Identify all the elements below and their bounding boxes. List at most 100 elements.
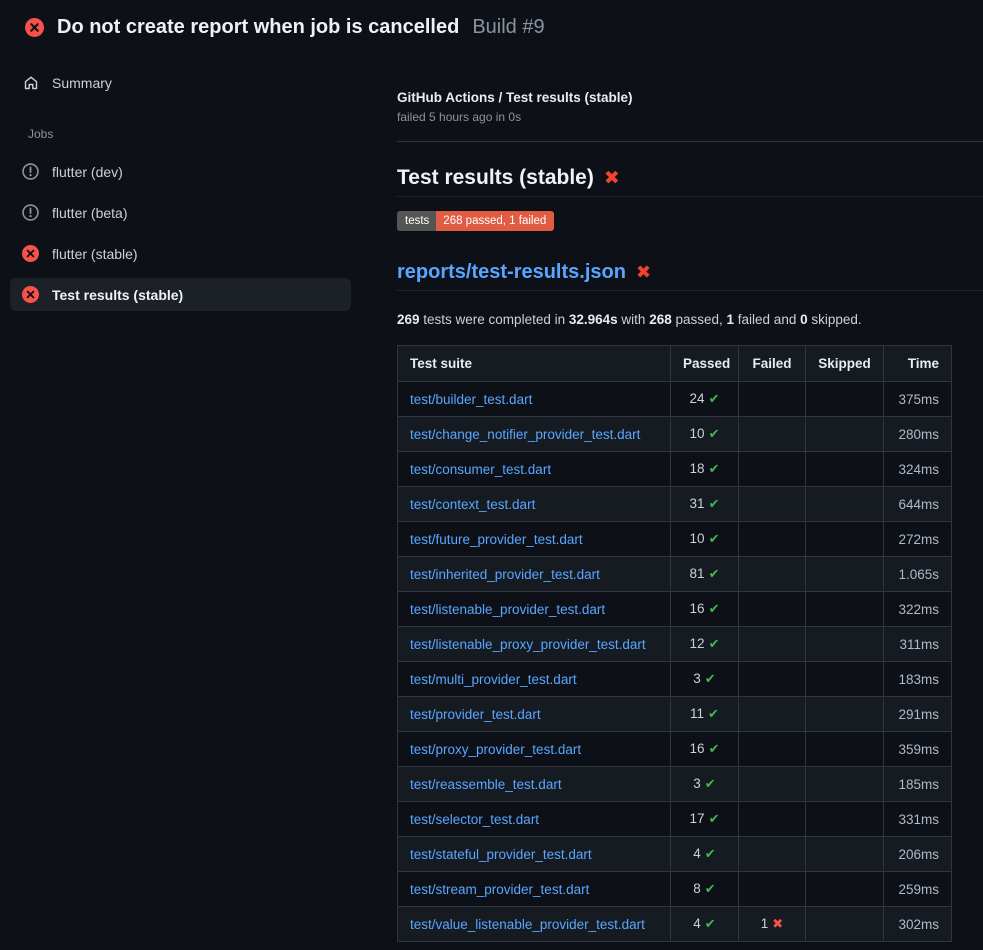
failed-cell [739,627,806,662]
table-row: test/context_test.dart 31✔ 644ms [398,487,952,522]
failed-cell [739,697,806,732]
test-suite-cell: test/provider_test.dart [398,697,671,732]
table-row: test/inherited_provider_test.dart 81✔ 1.… [398,557,952,592]
x-icon: ✖ [772,917,783,932]
failed-cell [739,802,806,837]
test-suite-cell: test/proxy_provider_test.dart [398,732,671,767]
test-suite-link[interactable]: test/multi_provider_test.dart [410,672,577,687]
test-suite-link[interactable]: test/selector_test.dart [410,812,539,827]
table-row: test/proxy_provider_test.dart 16✔ 359ms [398,732,952,767]
failed-cell [739,732,806,767]
skipped-cell [806,557,884,592]
time-cell: 375ms [884,382,952,417]
passed-cell: 10✔ [671,522,739,557]
table-row: test/reassemble_test.dart 3✔ 185ms [398,767,952,802]
sidebar-job-item[interactable]: Test results (stable) [10,278,351,311]
time-cell: 291ms [884,697,952,732]
test-suite-link[interactable]: test/listenable_proxy_provider_test.dart [410,637,646,652]
passed-cell: 4✔ [671,907,739,942]
check-icon: ✔ [709,392,720,407]
table-row: test/stateful_provider_test.dart 4✔ 206m… [398,837,952,872]
passed-cell: 81✔ [671,557,739,592]
section-heading: Test results (stable)✖ [397,166,983,197]
check-icon: ✔ [709,812,720,827]
passed-cell: 4✔ [671,837,739,872]
test-suite-link[interactable]: test/consumer_test.dart [410,462,551,477]
failed-cell [739,487,806,522]
skipped-cell [806,452,884,487]
sidebar-job-item[interactable]: flutter (stable) [10,237,351,270]
test-suite-link[interactable]: test/builder_test.dart [410,392,532,407]
skipped-cell [806,382,884,417]
alert-circle-icon [22,204,39,221]
check-icon: ✔ [709,497,720,512]
test-suite-link[interactable]: test/proxy_provider_test.dart [410,742,581,757]
skipped-cell [806,767,884,802]
passed-cell: 24✔ [671,382,739,417]
status-line: failed 5 hours ago in 0s [397,109,983,125]
time-cell: 324ms [884,452,952,487]
column-header: Failed [739,346,806,382]
report-heading: reports/test-results.json✖ [397,261,983,291]
passed-cell: 12✔ [671,627,739,662]
table-row: test/value_listenable_provider_test.dart… [398,907,952,942]
time-cell: 206ms [884,837,952,872]
failed-cell [739,767,806,802]
failed-cell: 1✖ [739,907,806,942]
jobs-list: flutter (dev) flutter (beta) flutter (st… [10,155,351,311]
check-icon: ✔ [705,847,716,862]
test-suite-link[interactable]: test/provider_test.dart [410,707,541,722]
table-row: test/builder_test.dart 24✔ 375ms [398,382,952,417]
table-row: test/selector_test.dart 17✔ 331ms [398,802,952,837]
check-icon: ✔ [705,917,716,932]
passed-cell: 31✔ [671,487,739,522]
alert-circle-icon [22,163,39,180]
divider [397,141,983,142]
test-suite-link[interactable]: test/inherited_provider_test.dart [410,567,600,582]
test-suite-cell: test/listenable_proxy_provider_test.dart [398,627,671,662]
failed-cell [739,872,806,907]
sidebar-summary-label: Summary [52,75,112,91]
skipped-cell [806,627,884,662]
passed-cell: 3✔ [671,662,739,697]
check-icon: ✔ [709,532,720,547]
table-header-row: Test suitePassedFailedSkippedTime [398,346,952,382]
test-suite-link[interactable]: test/stateful_provider_test.dart [410,847,592,862]
table-row: test/listenable_provider_test.dart 16✔ 3… [398,592,952,627]
results-table: Test suitePassedFailedSkippedTime test/b… [397,345,952,942]
page-title: Do not create report when job is cancell… [57,16,459,39]
table-row: test/multi_provider_test.dart 3✔ 183ms [398,662,952,697]
tests-badge: tests 268 passed, 1 failed [397,211,554,231]
test-suite-cell: test/listenable_provider_test.dart [398,592,671,627]
sidebar-job-label: Test results (stable) [52,287,183,303]
test-suite-cell: test/inherited_provider_test.dart [398,557,671,592]
sidebar-job-item[interactable]: flutter (dev) [10,155,351,188]
titlebar: Do not create report when job is cancell… [0,0,983,39]
skipped-cell [806,487,884,522]
test-suite-link[interactable]: test/change_notifier_provider_test.dart [410,427,640,442]
sidebar-item-summary[interactable]: Summary [10,66,351,99]
time-cell: 311ms [884,627,952,662]
test-suite-link[interactable]: test/value_listenable_provider_test.dart [410,917,645,932]
report-file-link[interactable]: reports/test-results.json [397,261,626,283]
sidebar-job-item[interactable]: flutter (beta) [10,196,351,229]
test-suite-link[interactable]: test/future_provider_test.dart [410,532,583,547]
passed-cell: 8✔ [671,872,739,907]
table-body: test/builder_test.dart 24✔ 375ms test/ch… [398,382,952,942]
skipped-cell [806,907,884,942]
passed-cell: 3✔ [671,767,739,802]
time-cell: 185ms [884,767,952,802]
test-suite-link[interactable]: test/reassemble_test.dart [410,777,562,792]
test-suite-link[interactable]: test/listenable_provider_test.dart [410,602,605,617]
test-suite-cell: test/builder_test.dart [398,382,671,417]
sidebar: Summary Jobs flutter (dev) flutter (beta… [0,39,397,319]
check-icon: ✔ [705,882,716,897]
failed-cell [739,557,806,592]
test-suite-link[interactable]: test/stream_provider_test.dart [410,882,589,897]
time-cell: 1.065s [884,557,952,592]
jobs-section-label: Jobs [28,127,351,141]
test-suite-link[interactable]: test/context_test.dart [410,497,535,512]
failed-cell [739,522,806,557]
skipped-cell [806,802,884,837]
check-icon: ✔ [709,742,720,757]
